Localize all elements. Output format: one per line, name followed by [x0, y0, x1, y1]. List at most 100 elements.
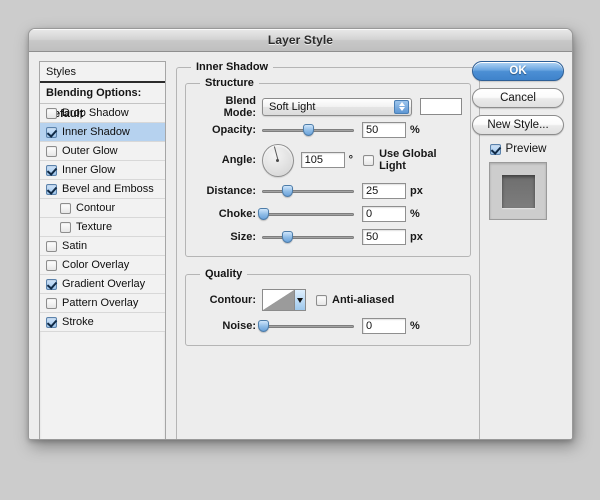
- checkbox-use-global-light[interactable]: [363, 154, 375, 166]
- sidebar-item-texture[interactable]: Texture: [40, 218, 165, 237]
- choke-slider[interactable]: [257, 206, 354, 222]
- blend-mode-row: Blend Mode: Soft Light: [194, 95, 462, 119]
- slider-track: [262, 235, 354, 239]
- angle-label: Angle:: [221, 154, 256, 166]
- sidebar-item-label: Bevel and Emboss: [62, 183, 154, 195]
- structure-group: Structure Blend Mode: Soft Light Opacity…: [185, 77, 471, 257]
- distance-slider[interactable]: [262, 183, 354, 199]
- opacity-label: Opacity:: [211, 123, 256, 136]
- sidebar-item-stroke[interactable]: Stroke: [40, 313, 165, 332]
- size-input[interactable]: [362, 228, 406, 245]
- sidebar-item-label: Color Overlay: [62, 259, 130, 271]
- sidebar-item-blending-options[interactable]: Blending Options: Default: [40, 83, 165, 120]
- chevron-updown-icon[interactable]: [394, 99, 409, 114]
- chevron-down-icon[interactable]: [294, 290, 305, 310]
- sidebar-item-label: Drop Shadow: [62, 107, 129, 119]
- sidebar-item-label: Inner Glow: [62, 164, 116, 176]
- slider-thumb[interactable]: [281, 230, 293, 243]
- noise-slider[interactable]: [257, 318, 354, 334]
- size-unit: px: [410, 230, 423, 243]
- use-global-light-toggle[interactable]: Use Global Light: [363, 148, 462, 172]
- choke-row: Choke: %: [194, 203, 462, 224]
- checkbox-stroke[interactable]: [46, 316, 57, 328]
- preview-toggle[interactable]: Preview: [489, 143, 547, 155]
- new-style-button[interactable]: New Style...: [472, 115, 564, 135]
- dial-hub: [276, 158, 280, 162]
- opacity-input[interactable]: [362, 121, 406, 138]
- blend-mode-select[interactable]: Soft Light: [262, 97, 412, 116]
- distance-label: Distance:: [206, 184, 256, 197]
- layer-style-dialog: Layer Style Styles Blending Options: Def…: [28, 28, 573, 440]
- styles-sidebar: Styles Blending Options: Default Drop Sh…: [39, 61, 166, 439]
- opacity-row: Opacity: %: [194, 119, 462, 140]
- size-label: Size:: [230, 230, 256, 243]
- page-title: Layer Style: [267, 33, 334, 47]
- sidebar-item-label: Inner Shadow: [62, 126, 130, 138]
- sidebar-item-inner-glow[interactable]: Inner Glow: [40, 161, 165, 180]
- dialog-actions: OK Cancel New Style... Preview: [472, 61, 564, 220]
- sidebar-item-satin[interactable]: Satin: [40, 237, 165, 256]
- sidebar-item-outer-glow[interactable]: Outer Glow: [40, 142, 165, 161]
- angle-unit: °: [348, 154, 354, 166]
- angle-row: Angle: ° Use Global Light: [194, 142, 462, 178]
- angle-dial[interactable]: [262, 143, 294, 177]
- dialog-titlebar[interactable]: Layer Style: [29, 29, 572, 52]
- checkbox-color-overlay[interactable]: [46, 259, 57, 271]
- ok-button[interactable]: OK: [472, 61, 564, 81]
- cancel-button[interactable]: Cancel: [472, 88, 564, 108]
- noise-label: Noise:: [222, 319, 256, 332]
- checkbox-pattern-overlay[interactable]: [46, 297, 57, 309]
- inner-shadow-group: Inner Shadow Structure Blend Mode: Soft …: [176, 61, 480, 439]
- contour-label: Contour:: [209, 294, 256, 306]
- sidebar-item-label: Outer Glow: [62, 145, 118, 157]
- opacity-unit: %: [410, 123, 420, 136]
- contour-row: Contour: Anti-aliased: [194, 287, 462, 313]
- opacity-slider[interactable]: [262, 122, 354, 138]
- sidebar-item-label: Pattern Overlay: [62, 297, 139, 309]
- sidebar-item-color-overlay[interactable]: Color Overlay: [40, 256, 165, 275]
- distance-input[interactable]: [362, 182, 406, 199]
- sidebar-item-gradient-overlay[interactable]: Gradient Overlay: [40, 275, 165, 294]
- preview-shape: [501, 174, 535, 208]
- inner-shadow-group-title: Inner Shadow: [196, 61, 269, 73]
- sidebar-item-label: Contour: [76, 202, 116, 214]
- checkbox-gradient-overlay[interactable]: [46, 278, 57, 290]
- sidebar-item-label: Satin: [62, 240, 88, 252]
- slider-thumb[interactable]: [281, 184, 293, 197]
- sidebar-item-contour[interactable]: Contour: [40, 199, 165, 218]
- contour-curve-thumbnail: [263, 290, 294, 310]
- sidebar-item-label: Stroke: [62, 316, 94, 328]
- checkbox-anti-aliased[interactable]: [316, 294, 327, 306]
- checkbox-inner-glow[interactable]: [46, 164, 57, 176]
- size-row: Size: px: [194, 226, 462, 247]
- choke-input[interactable]: [362, 205, 406, 222]
- quality-group-title: Quality: [205, 268, 243, 280]
- dialog-body: Styles Blending Options: Default Drop Sh…: [29, 52, 572, 439]
- checkbox-drop-shadow[interactable]: [46, 107, 57, 119]
- checkbox-bevel-and-emboss[interactable]: [46, 183, 57, 195]
- sidebar-item-label: Texture: [76, 221, 113, 233]
- blend-color-swatch[interactable]: [420, 98, 462, 115]
- checkbox-inner-shadow[interactable]: [46, 126, 57, 138]
- sidebar-item-label: Gradient Overlay: [62, 278, 146, 290]
- sidebar-item-bevel-and-emboss[interactable]: Bevel and Emboss: [40, 180, 165, 199]
- checkbox-outer-glow[interactable]: [46, 145, 57, 157]
- slider-thumb[interactable]: [257, 319, 269, 332]
- slider-thumb[interactable]: [257, 207, 269, 220]
- checkbox-preview[interactable]: [489, 143, 501, 155]
- anti-aliased-label: Anti-aliased: [332, 294, 395, 306]
- angle-input[interactable]: [300, 152, 345, 168]
- size-slider[interactable]: [262, 229, 354, 245]
- noise-input[interactable]: [362, 317, 406, 334]
- sidebar-item-pattern-overlay[interactable]: Pattern Overlay: [40, 294, 165, 313]
- checkbox-texture[interactable]: [60, 221, 71, 233]
- use-global-light-label: Use Global Light: [379, 148, 437, 172]
- anti-aliased-toggle[interactable]: Anti-aliased: [316, 294, 394, 306]
- contour-preset-picker[interactable]: [262, 289, 306, 311]
- preview-label: Preview: [505, 143, 547, 155]
- slider-track: [262, 324, 354, 328]
- sidebar-item-inner-shadow[interactable]: Inner Shadow: [40, 123, 165, 142]
- checkbox-contour[interactable]: [60, 202, 71, 214]
- checkbox-satin[interactable]: [46, 240, 57, 252]
- slider-thumb[interactable]: [303, 123, 314, 136]
